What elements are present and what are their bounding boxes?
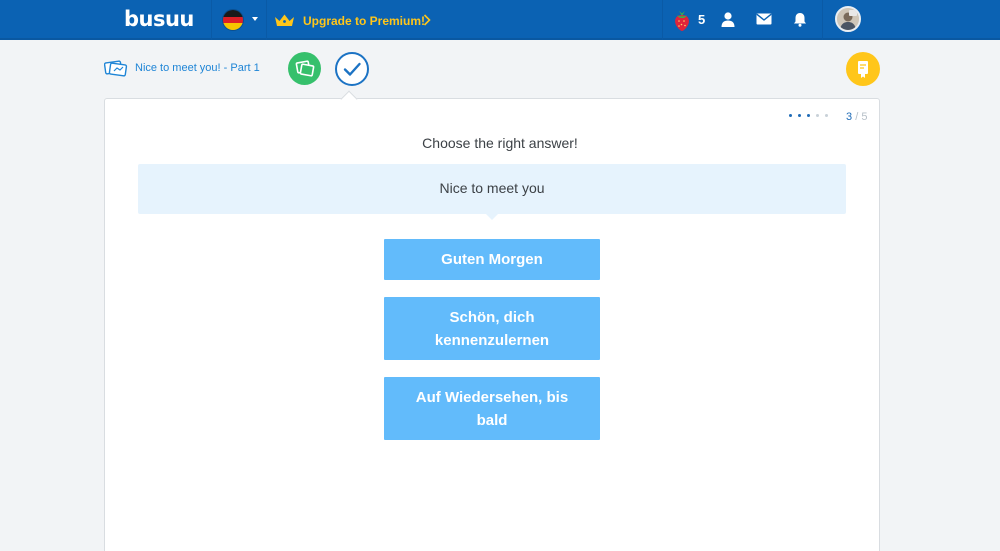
progress-dot	[825, 114, 828, 117]
answer-option-3[interactable]: Auf Wiedersehen, bis bald	[384, 377, 600, 440]
progress-current: 3	[846, 111, 853, 123]
progress-dot	[789, 114, 792, 117]
progress-total: 5	[861, 111, 868, 123]
check-icon	[343, 62, 361, 76]
cards-icon	[295, 60, 315, 77]
bell-icon[interactable]	[793, 12, 807, 27]
vocabulary-step-button[interactable]	[288, 52, 321, 85]
progress-counter: 3 / 5	[846, 111, 867, 123]
divider	[211, 0, 212, 40]
answer-option-1[interactable]: Guten Morgen	[384, 239, 600, 280]
crown-icon	[275, 14, 294, 26]
prompt-box: Nice to meet you	[138, 164, 846, 214]
progress-separator: /	[855, 111, 859, 123]
conversation-cards-icon	[104, 60, 128, 77]
top-navigation-bar: busuu Upgrade to Premium! 5	[0, 0, 1000, 40]
divider	[822, 0, 823, 40]
chevron-down-icon[interactable]	[252, 17, 258, 21]
avatar[interactable]	[835, 6, 861, 32]
prompt-arrow	[485, 213, 499, 220]
lesson-title[interactable]: Nice to meet you! - Part 1	[135, 62, 260, 74]
upgrade-premium-link[interactable]: Upgrade to Premium!	[303, 14, 425, 28]
progress-dots	[789, 114, 828, 117]
germany-flag-icon[interactable]	[222, 9, 244, 31]
hint-button[interactable]	[846, 52, 880, 86]
profile-icon[interactable]	[721, 12, 735, 27]
prompt-text: Nice to meet you	[439, 180, 545, 196]
avatar-image	[837, 8, 859, 30]
mail-icon[interactable]	[756, 12, 772, 26]
progress-dot	[816, 114, 819, 117]
strawberry-icon[interactable]	[670, 9, 694, 33]
answer-option-2[interactable]: Schön, dich kennenzulernen	[384, 297, 600, 360]
notes-icon	[858, 61, 868, 78]
quiz-step-button[interactable]	[335, 52, 369, 86]
progress-dot	[798, 114, 801, 117]
exercise-instruction: Choose the right answer!	[422, 135, 578, 151]
divider	[266, 0, 267, 40]
chevron-right-icon[interactable]	[423, 14, 431, 26]
progress-dot	[807, 114, 810, 117]
divider	[662, 0, 663, 40]
busuu-logo[interactable]: busuu	[124, 7, 194, 31]
berries-count: 5	[698, 12, 706, 27]
